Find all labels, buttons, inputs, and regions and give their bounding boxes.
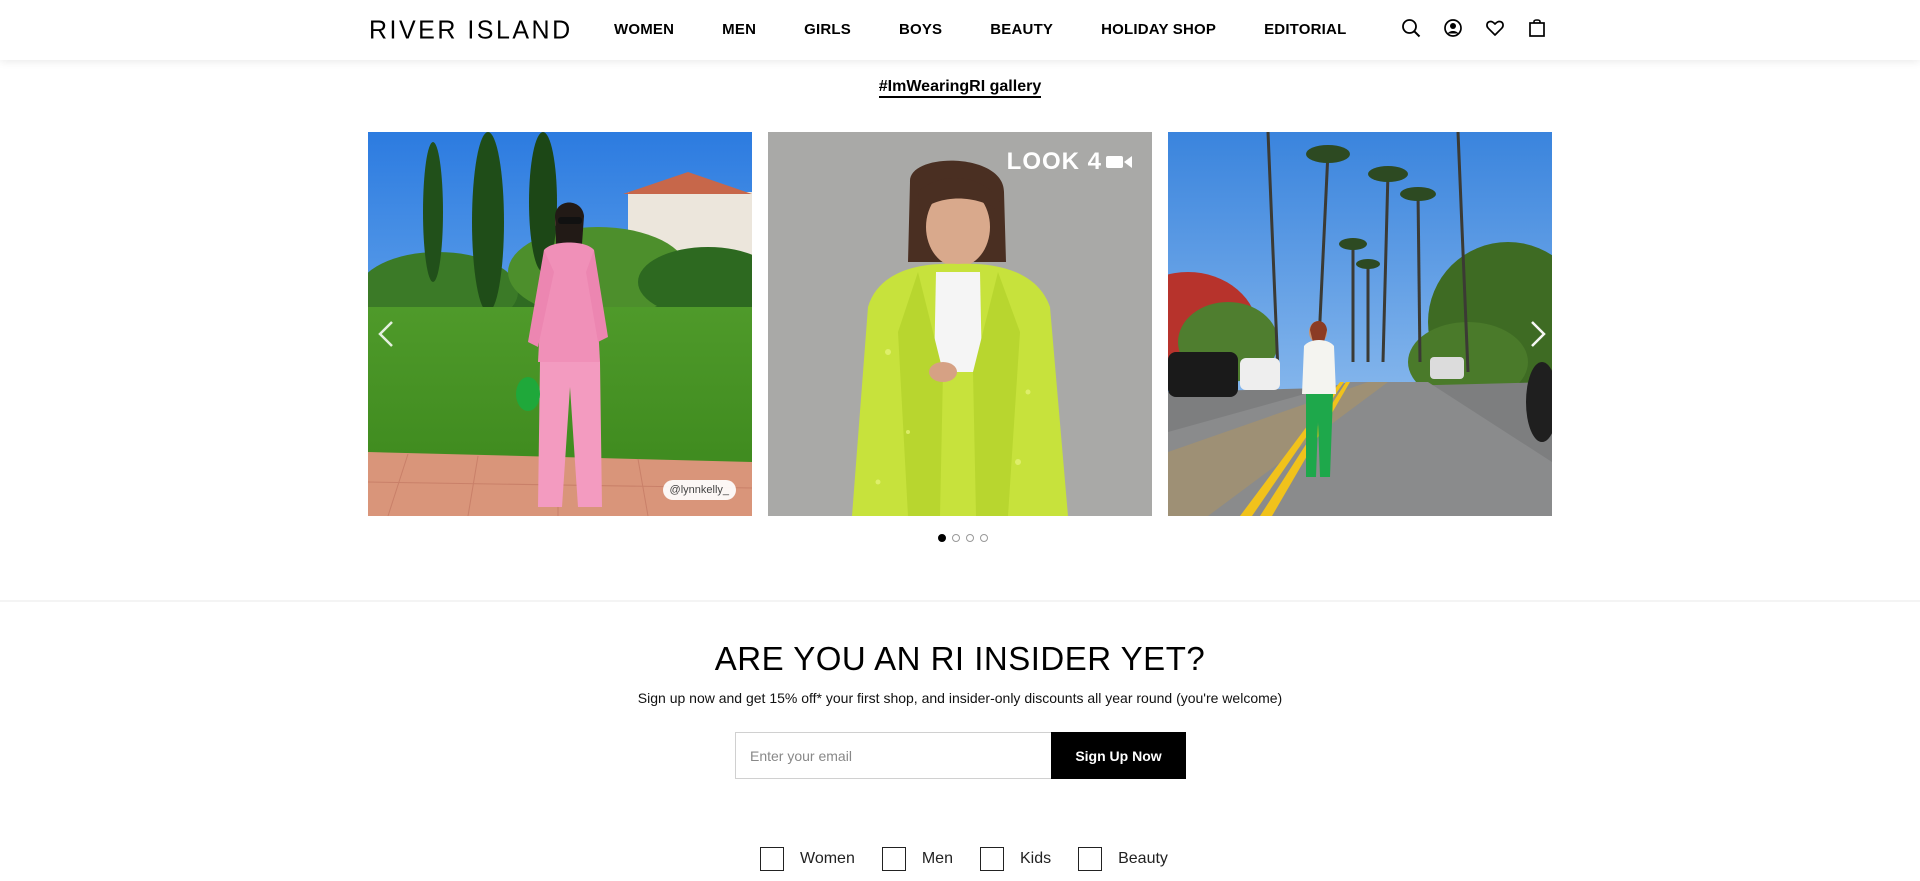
shopping-bag-icon[interactable] (1527, 18, 1547, 38)
pref-kids[interactable]: Kids (979, 847, 1052, 871)
brand-logo[interactable]: RIVER ISLAND (369, 15, 573, 45)
carousel-pagination (938, 534, 988, 542)
section-divider (0, 600, 1920, 602)
ugc-carousel: @lynnkelly_ LOOK 4 (368, 132, 1553, 516)
carousel-next-arrow-icon[interactable] (1528, 318, 1548, 350)
search-icon[interactable] (1401, 18, 1421, 38)
site-header: RIVER ISLAND WOMEN MEN GIRLS BOYS BEAUTY… (0, 0, 1920, 60)
nav-item-beauty[interactable]: BEAUTY (990, 21, 1053, 38)
gallery-heading: #ImWearingRI gallery (0, 78, 1920, 98)
pref-women-checkbox[interactable] (760, 847, 784, 871)
pref-women-label: Women (800, 850, 855, 867)
gallery-tile-street-palms[interactable] (1168, 132, 1552, 516)
carousel-dot[interactable] (966, 534, 974, 542)
look-label: LOOK 4 (1006, 148, 1102, 175)
carousel-dot[interactable] (952, 534, 960, 542)
pref-men-label: Men (921, 850, 953, 867)
nav-item-girls[interactable]: GIRLS (804, 21, 851, 38)
gallery-tile-pink-suit[interactable]: @lynnkelly_ (368, 132, 752, 516)
nav-item-holiday-shop[interactable]: HOLIDAY SHOP (1101, 21, 1216, 38)
pref-beauty-label: Beauty (1118, 850, 1168, 867)
newsletter-subtitle: Sign up now and get 15% off* your first … (637, 690, 1283, 706)
video-camera-icon (1106, 156, 1132, 168)
header-actions (1401, 18, 1547, 38)
pref-kids-label: Kids (1019, 850, 1052, 867)
wishlist-heart-icon[interactable] (1485, 18, 1505, 38)
pref-beauty[interactable]: Beauty (1078, 847, 1168, 871)
carousel-dot[interactable] (980, 534, 988, 542)
main-nav: WOMEN MEN GIRLS BOYS BEAUTY HOLIDAY SHOP… (614, 21, 1346, 38)
gallery-link[interactable]: #ImWearingRI gallery (878, 78, 1042, 98)
photo-pink-suit (368, 132, 752, 516)
newsletter-preferences: Women Men Kids Beauty (760, 847, 1168, 871)
pref-men[interactable]: Men (881, 847, 953, 871)
carousel-prev-arrow-icon[interactable] (376, 318, 396, 350)
photo-lime-suit (768, 132, 1152, 516)
pref-kids-checkbox[interactable] (979, 847, 1004, 871)
pref-beauty-checkbox[interactable] (1078, 847, 1103, 871)
newsletter-form: Sign Up Now (735, 732, 1186, 779)
pref-men-checkbox[interactable] (881, 847, 906, 871)
nav-item-men[interactable]: MEN (722, 21, 756, 38)
nav-item-boys[interactable]: BOYS (899, 21, 942, 38)
nav-item-editorial[interactable]: EDITORIAL (1264, 21, 1346, 38)
gallery-tile-lime-suit[interactable]: LOOK 4 (768, 132, 1152, 516)
email-input[interactable] (735, 732, 1051, 779)
look-badge: LOOK 4 (1007, 148, 1132, 176)
sign-up-button[interactable]: Sign Up Now (1051, 732, 1186, 779)
photo-street-palms (1168, 132, 1552, 516)
nav-item-women[interactable]: WOMEN (614, 21, 674, 38)
account-icon[interactable] (1443, 18, 1463, 38)
instagram-handle-badge: @lynnkelly_ (662, 480, 736, 500)
carousel-dot[interactable] (938, 534, 946, 542)
pref-women[interactable]: Women (760, 847, 855, 871)
newsletter-title: ARE YOU AN RI INSIDER YET? (714, 640, 1206, 677)
